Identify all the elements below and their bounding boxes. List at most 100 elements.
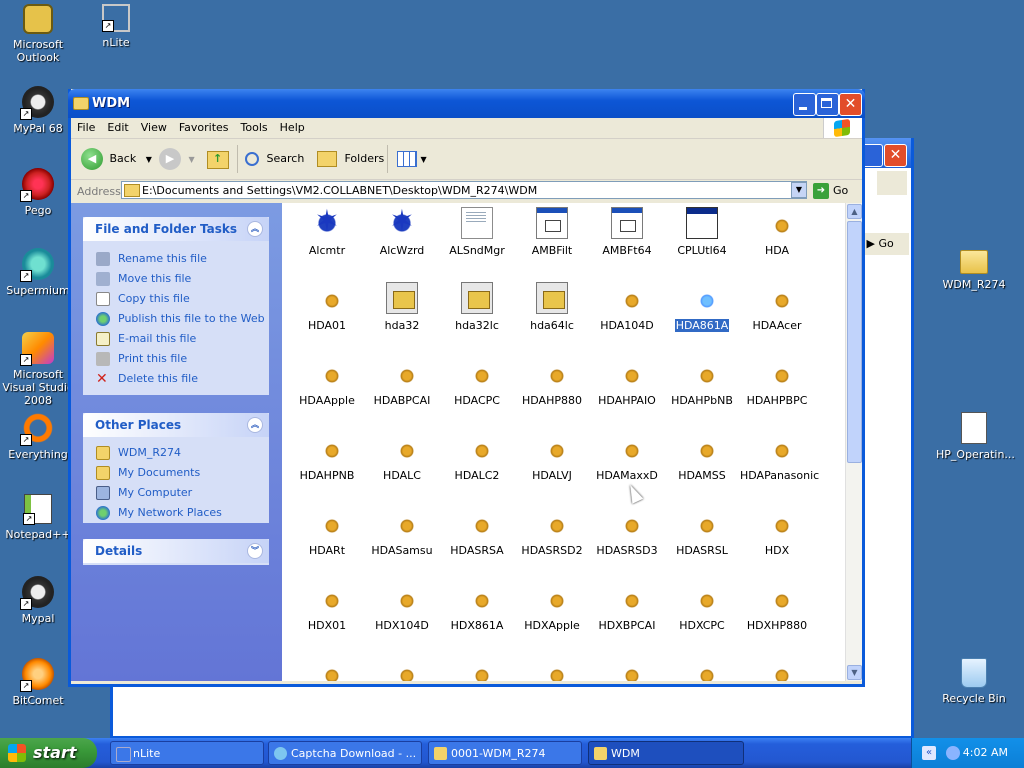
file-item[interactable]: HDAAcer — [739, 282, 815, 332]
place-my-computer[interactable]: My Computer — [83, 483, 269, 503]
taskbar-item-captcha[interactable]: Captcha Download - ... — [268, 741, 422, 765]
file-item[interactable]: HDAMaxxD — [589, 432, 665, 482]
desktop-icon-supermium[interactable]: ↗ Supermium — [0, 248, 76, 297]
desktop-icon-outlook[interactable]: Microsoft Outlook — [0, 4, 76, 64]
place-wdm-r274[interactable]: WDM_R274 — [83, 443, 269, 463]
file-item[interactable]: hda32lc — [439, 282, 515, 332]
task-print[interactable]: Print this file — [83, 349, 269, 369]
menu-edit[interactable]: Edit — [101, 118, 134, 134]
file-item[interactable]: HDXHP880 — [739, 582, 815, 632]
start-button[interactable]: start — [0, 738, 97, 768]
details-header[interactable]: Details ︾ — [83, 539, 269, 563]
expand-icon[interactable]: ︾ — [247, 543, 263, 559]
file-item[interactable]: ALSndMgr — [439, 207, 515, 257]
explorer-window[interactable]: WDM ✕ File Edit View Favorites Tools Help ◀ B… — [68, 89, 865, 687]
scroll-down-button[interactable]: ▼ — [847, 665, 862, 680]
file-item[interactable] — [364, 657, 440, 681]
file-item[interactable]: HDAHPBPC — [739, 357, 815, 407]
file-item[interactable] — [664, 657, 740, 681]
scrollbar-thumb[interactable] — [847, 221, 862, 463]
desktop-icon-recycle-bin[interactable]: Recycle Bin — [936, 658, 1012, 705]
address-field[interactable]: E:\Documents and Settings\VM2.COLLABNET\… — [121, 181, 807, 199]
file-item[interactable] — [589, 657, 665, 681]
file-item[interactable]: HDA — [739, 207, 815, 257]
file-item[interactable]: HDAHP880 — [514, 357, 590, 407]
file-item[interactable]: HDAHPAIO — [589, 357, 665, 407]
up-folder-button[interactable]: ↑ — [207, 147, 231, 171]
collapse-icon[interactable]: ︽ — [247, 417, 263, 433]
file-item[interactable]: HDALC2 — [439, 432, 515, 482]
menu-tools[interactable]: Tools — [235, 118, 274, 134]
file-item[interactable]: Alcmtr — [289, 205, 365, 257]
go-button[interactable]: ➜ Go — [813, 182, 848, 200]
file-item[interactable]: HDALVJ — [514, 432, 590, 482]
taskbar-item-0001-wdm[interactable]: 0001-WDM_R274 — [428, 741, 582, 765]
place-my-network-places[interactable]: My Network Places — [83, 503, 269, 523]
window-titlebar[interactable]: WDM ✕ — [68, 89, 865, 118]
file-item[interactable]: HDASamsu — [364, 507, 440, 557]
forward-button[interactable]: ▶ ▼ — [159, 147, 195, 171]
file-item[interactable]: HDAMSS — [664, 432, 740, 482]
taskbar-item-wdm[interactable]: WDM — [588, 741, 744, 765]
desktop-icon-mypal[interactable]: ↗ Mypal — [0, 576, 76, 625]
file-item[interactable]: HDASRSL — [664, 507, 740, 557]
place-my-documents[interactable]: My Documents — [83, 463, 269, 483]
menu-favorites[interactable]: Favorites — [173, 118, 235, 134]
collapse-icon[interactable]: ︽ — [247, 221, 263, 237]
file-item[interactable]: HDXApple — [514, 582, 590, 632]
desktop-icon-pego[interactable]: ↗ Pego — [0, 168, 76, 217]
file-item[interactable]: HDA861A — [664, 282, 740, 332]
file-item[interactable]: HDAHPNB — [289, 432, 365, 482]
file-item[interactable]: AMBFt64 — [589, 207, 665, 257]
file-item[interactable]: HDA104D — [589, 282, 665, 332]
file-item[interactable]: hda32 — [364, 282, 440, 332]
search-button[interactable]: Search — [245, 147, 304, 171]
file-item[interactable]: HDABPCAI — [364, 357, 440, 407]
views-button[interactable]: ▼ — [397, 147, 427, 171]
file-item[interactable]: hda64lc — [514, 282, 590, 332]
task-delete[interactable]: ✕ Delete this file — [83, 369, 269, 389]
task-publish[interactable]: Publish this file to the Web — [83, 309, 269, 329]
file-item[interactable]: HDXCPC — [664, 582, 740, 632]
file-item[interactable]: HDAHPbNB — [664, 357, 740, 407]
file-item[interactable]: HDXBPCAI — [589, 582, 665, 632]
menu-view[interactable]: View — [135, 118, 173, 134]
file-item[interactable] — [739, 657, 815, 681]
file-item[interactable]: HDASRSA — [439, 507, 515, 557]
desktop-icon-mypal68[interactable]: ↗ MyPal 68 — [0, 86, 76, 135]
taskbar-item-nlite[interactable]: nLite — [110, 741, 264, 765]
file-item[interactable] — [289, 657, 365, 681]
address-dropdown-button[interactable]: ▼ — [791, 182, 807, 198]
file-item[interactable]: AlcWzrd — [364, 205, 440, 257]
file-item[interactable]: HDARt — [289, 507, 365, 557]
task-copy[interactable]: Copy this file — [83, 289, 269, 309]
scroll-up-button[interactable]: ▲ — [847, 204, 862, 219]
desktop-icon-notepadpp[interactable]: ↗ Notepad++ — [0, 494, 76, 541]
folders-button[interactable]: Folders — [317, 147, 384, 171]
file-item[interactable]: HDASRSD3 — [589, 507, 665, 557]
file-item[interactable]: HDX01 — [289, 582, 365, 632]
background-window-close-button[interactable]: ✕ — [884, 144, 907, 167]
file-item[interactable]: HDAPanasonic — [739, 432, 819, 482]
file-folder-tasks-header[interactable]: File and Folder Tasks ︽ — [83, 217, 269, 241]
desktop-icon-hp-document[interactable]: HP_Operatin... — [936, 412, 1015, 461]
file-item[interactable]: HDX104D — [364, 582, 440, 632]
file-item[interactable]: HDA01 — [289, 282, 365, 332]
tray-chevron-icon[interactable]: « — [922, 746, 936, 760]
file-item[interactable]: HDASRSD2 — [514, 507, 590, 557]
file-item[interactable]: AMBFilt — [514, 207, 590, 257]
desktop-icon-wdm-r274[interactable]: WDM_R274 — [936, 250, 1012, 291]
file-item[interactable]: HDX — [739, 507, 815, 557]
task-email[interactable]: E-mail this file — [83, 329, 269, 349]
minimize-button[interactable] — [793, 93, 816, 116]
file-item[interactable]: HDX861A — [439, 582, 515, 632]
menu-file[interactable]: File — [71, 118, 101, 134]
back-button[interactable]: ◀ Back ▼ — [81, 147, 152, 171]
file-item[interactable] — [514, 657, 590, 681]
clock[interactable]: 4:02 AM — [963, 738, 1008, 768]
background-window-go-button[interactable]: ▶ Go — [863, 233, 909, 255]
file-item[interactable]: HDACPC — [439, 357, 515, 407]
other-places-header[interactable]: Other Places ︽ — [83, 413, 269, 437]
close-button[interactable]: ✕ — [839, 93, 862, 116]
desktop-icon-bitcomet[interactable]: ↗ BitComet — [0, 658, 76, 707]
